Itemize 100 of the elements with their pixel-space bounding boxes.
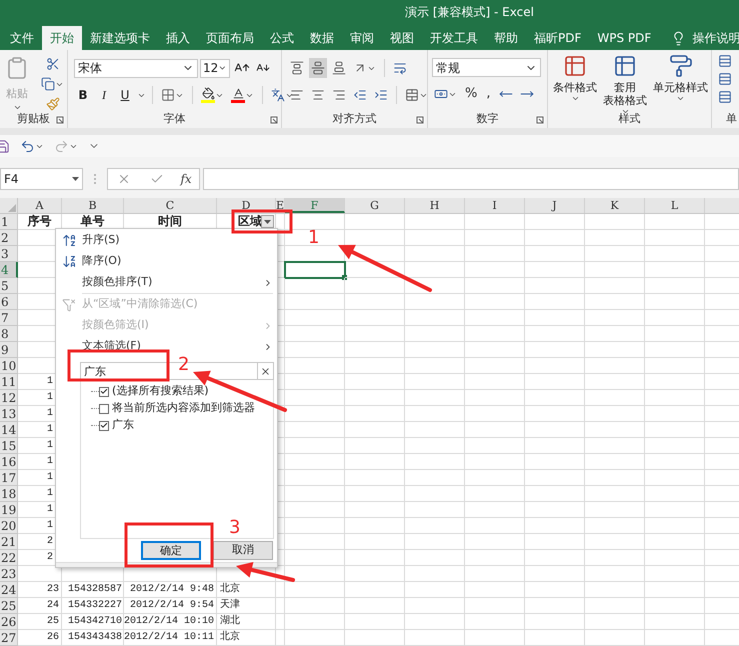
filter-dropdown-button[interactable]	[261, 215, 274, 228]
row-header[interactable]: 16	[0, 454, 18, 470]
row-header[interactable]: 26	[0, 614, 18, 630]
annotation-number: 1	[308, 231, 320, 245]
column-header[interactable]: C	[124, 198, 217, 213]
fill-handle[interactable]	[342, 275, 347, 280]
menu-item[interactable]: 按颜色排序(T)	[56, 272, 277, 293]
checkbox[interactable]	[99, 404, 109, 414]
ribbon-tab[interactable]: 开发工具	[422, 26, 486, 50]
ribbon-tab[interactable]: 审阅	[342, 26, 382, 50]
column-header[interactable]: A	[18, 198, 62, 213]
row-header[interactable]: 4	[0, 262, 18, 278]
style-gallery-button[interactable]: 条件格式	[552, 54, 598, 112]
row-header[interactable]: 12	[0, 390, 18, 406]
row-header[interactable]: 22	[0, 550, 18, 566]
column-header[interactable]: D	[217, 198, 276, 213]
row-header[interactable]: 13	[0, 406, 18, 422]
ribbon-tab[interactable]: 插入	[158, 26, 198, 50]
font-name-select[interactable]: 宋体	[74, 58, 198, 78]
cancel-button[interactable]: 取消	[213, 541, 273, 560]
row-header[interactable]: 8	[0, 326, 18, 342]
row-header[interactable]: 25	[0, 598, 18, 614]
style-gallery-button[interactable]: 套用 表格格式	[602, 54, 648, 112]
column-header[interactable]: J	[525, 198, 585, 213]
row-header[interactable]: 6	[0, 294, 18, 310]
ribbon-tab[interactable]: 视图	[382, 26, 422, 50]
ribbon-tab[interactable]: WPS PDF	[589, 26, 660, 50]
align-left-icon	[290, 88, 304, 102]
table-cell	[525, 358, 585, 374]
row-header[interactable]: 15	[0, 438, 18, 454]
ribbon-tab[interactable]: 数据	[302, 26, 342, 50]
table-cell	[645, 422, 705, 438]
font-size-select[interactable]: 12	[200, 58, 230, 78]
table-cell	[345, 470, 405, 486]
italic-button[interactable]: I	[95, 85, 113, 105]
table-cell	[645, 438, 705, 454]
insert-function-button[interactable]: fx	[180, 170, 192, 188]
paint-roller-icon	[668, 54, 692, 78]
comma-style-button[interactable]: ,	[483, 84, 494, 104]
column-header[interactable]: I	[465, 198, 525, 213]
row-header[interactable]: 18	[0, 486, 18, 502]
row-header[interactable]: 2	[0, 230, 18, 246]
table-cell: 2012/2/14 10:11	[124, 630, 217, 646]
row-header[interactable]: 24	[0, 582, 18, 598]
formula-input[interactable]	[203, 168, 739, 190]
row-header[interactable]: 9	[0, 342, 18, 358]
row-header[interactable]: 27	[0, 630, 18, 646]
table-cell	[525, 390, 585, 406]
number-format-select[interactable]: 常规	[432, 58, 541, 77]
row-header[interactable]: 14	[0, 422, 18, 438]
column-header[interactable]: K	[585, 198, 645, 213]
bold-button[interactable]: B	[74, 85, 92, 105]
table-cell	[405, 390, 465, 406]
row-header[interactable]: 17	[0, 470, 18, 486]
column-header[interactable]: F	[285, 198, 345, 213]
column-title: 区域	[237, 214, 262, 229]
style-gallery-button[interactable]: 单元格样式	[652, 54, 709, 112]
percent-button[interactable]: %	[462, 84, 480, 104]
table-cell	[465, 470, 525, 486]
table-cell	[645, 614, 705, 630]
table-cell	[585, 630, 645, 646]
tell-me-search[interactable]: 操作说明	[692, 29, 739, 47]
menu-item[interactable]: 降序(O)	[56, 251, 277, 272]
ribbon-tab[interactable]: 新建选项卡	[82, 26, 158, 50]
menu-item[interactable]: 升序(S)	[56, 230, 277, 251]
table-cell	[285, 294, 345, 310]
row-header[interactable]: 11	[0, 374, 18, 390]
row-header[interactable]: 20	[0, 518, 18, 534]
dialog-launcher-icon	[416, 116, 424, 124]
row-header[interactable]: 23	[0, 566, 18, 582]
ribbon-tab[interactable]: 页面布局	[198, 26, 262, 50]
ribbon-tab[interactable]: 开始	[42, 26, 82, 50]
row-header[interactable]: 21	[0, 534, 18, 550]
ok-button[interactable]: 确定	[141, 541, 201, 560]
table-cell: 154342710	[62, 614, 124, 630]
group-label: 单	[726, 112, 737, 126]
column-header[interactable]: B	[62, 198, 124, 213]
row-header[interactable]: 1	[0, 214, 18, 230]
row-header[interactable]: 10	[0, 358, 18, 374]
ribbon-tab[interactable]: 文件	[2, 26, 42, 50]
clear-search-button[interactable]	[258, 362, 274, 380]
row-header[interactable]: 5	[0, 278, 18, 294]
ribbon-tab[interactable]: 帮助	[486, 26, 526, 50]
table-cell	[525, 598, 585, 614]
column-header[interactable]: H	[405, 198, 465, 213]
checkbox[interactable]	[99, 420, 109, 430]
ribbon-tab[interactable]: 公式	[262, 26, 302, 50]
checkbox[interactable]	[99, 386, 109, 396]
ribbon-tab[interactable]: 福昕PDF	[526, 26, 590, 50]
column-header[interactable]: L	[645, 198, 705, 213]
row-header[interactable]: 7	[0, 310, 18, 326]
group-label: 字体	[164, 112, 186, 126]
table-cell	[285, 566, 345, 582]
table-cell	[585, 342, 645, 358]
row-header[interactable]: 3	[0, 246, 18, 262]
middle-align-button[interactable]	[309, 58, 327, 78]
column-header[interactable]: G	[345, 198, 405, 213]
underline-button[interactable]: U	[116, 85, 134, 105]
row-header[interactable]: 19	[0, 502, 18, 518]
name-box[interactable]: F4	[0, 168, 83, 190]
